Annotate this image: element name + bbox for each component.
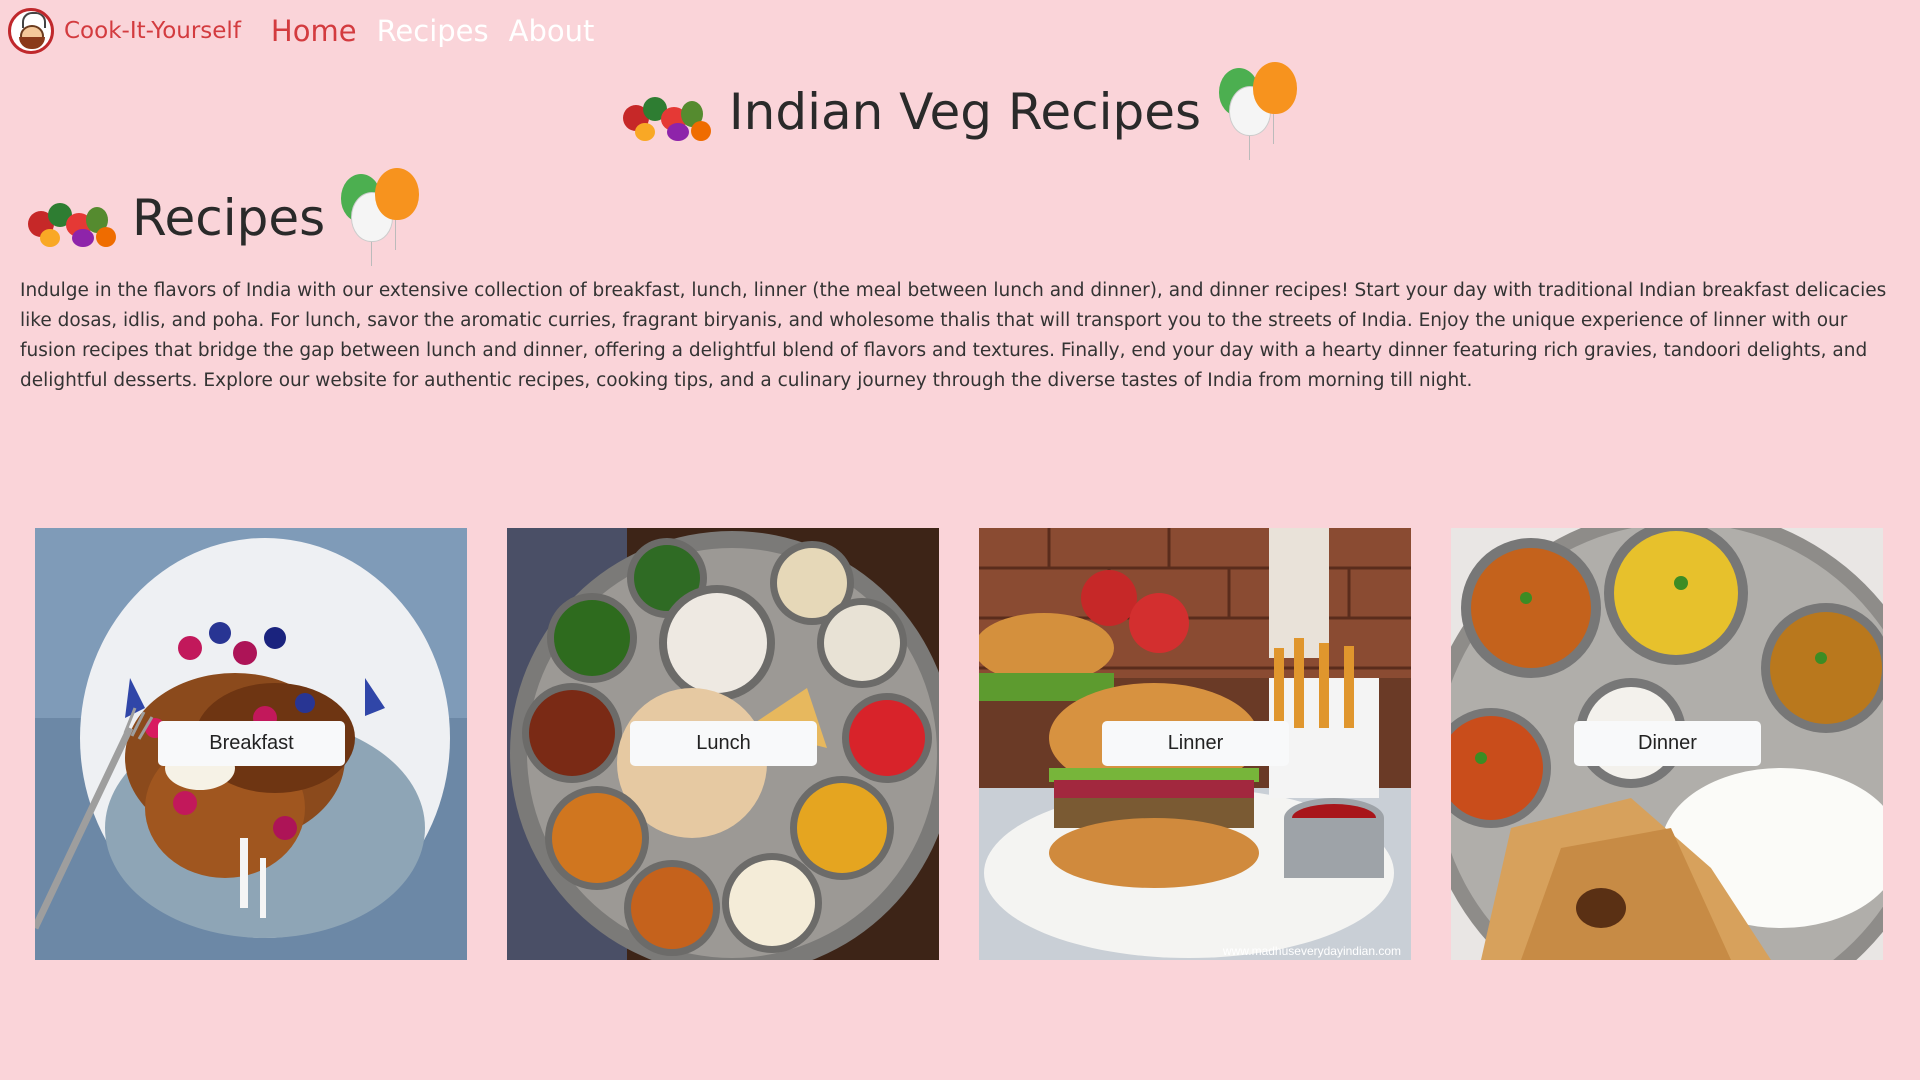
card-dinner[interactable]: Dinner (1451, 528, 1883, 960)
hero-header: Indian Veg Recipes (0, 62, 1920, 162)
dinner-button[interactable]: Dinner (1574, 721, 1761, 766)
nav-link-home[interactable]: Home (271, 14, 357, 48)
card-lunch[interactable]: Lunch (507, 528, 939, 960)
breakfast-button[interactable]: Breakfast (158, 721, 345, 766)
vegetables-icon (615, 77, 715, 147)
intro-paragraph: Indulge in the flavors of India with our… (20, 280, 1887, 391)
page-title: Indian Veg Recipes (728, 83, 1202, 141)
chef-logo-icon (8, 8, 54, 54)
nav-link-recipes[interactable]: Recipes (377, 14, 489, 48)
linner-button[interactable]: Linner (1102, 721, 1289, 766)
meal-cards: Breakfast Lunch www.madhuseverydayindian… (35, 528, 1883, 960)
brand-link[interactable]: Cook-It-Yourself (8, 8, 241, 54)
image-watermark: www.madhuseverydayindian.com (1222, 944, 1401, 958)
card-linner[interactable]: www.madhuseverydayindian.com Linner (979, 528, 1411, 960)
recipes-heading: Recipes (20, 168, 427, 268)
nav-link-about[interactable]: About (509, 14, 595, 48)
card-breakfast[interactable]: Breakfast (35, 528, 467, 960)
section-title: Recipes (132, 189, 326, 247)
balloons-icon (1215, 62, 1305, 162)
brand-name: Cook-It-Yourself (64, 18, 241, 44)
vegetables-icon (20, 183, 120, 253)
navbar: Cook-It-Yourself Home Recipes About (0, 0, 1920, 62)
balloons-icon (337, 168, 427, 268)
lunch-button[interactable]: Lunch (630, 721, 817, 766)
